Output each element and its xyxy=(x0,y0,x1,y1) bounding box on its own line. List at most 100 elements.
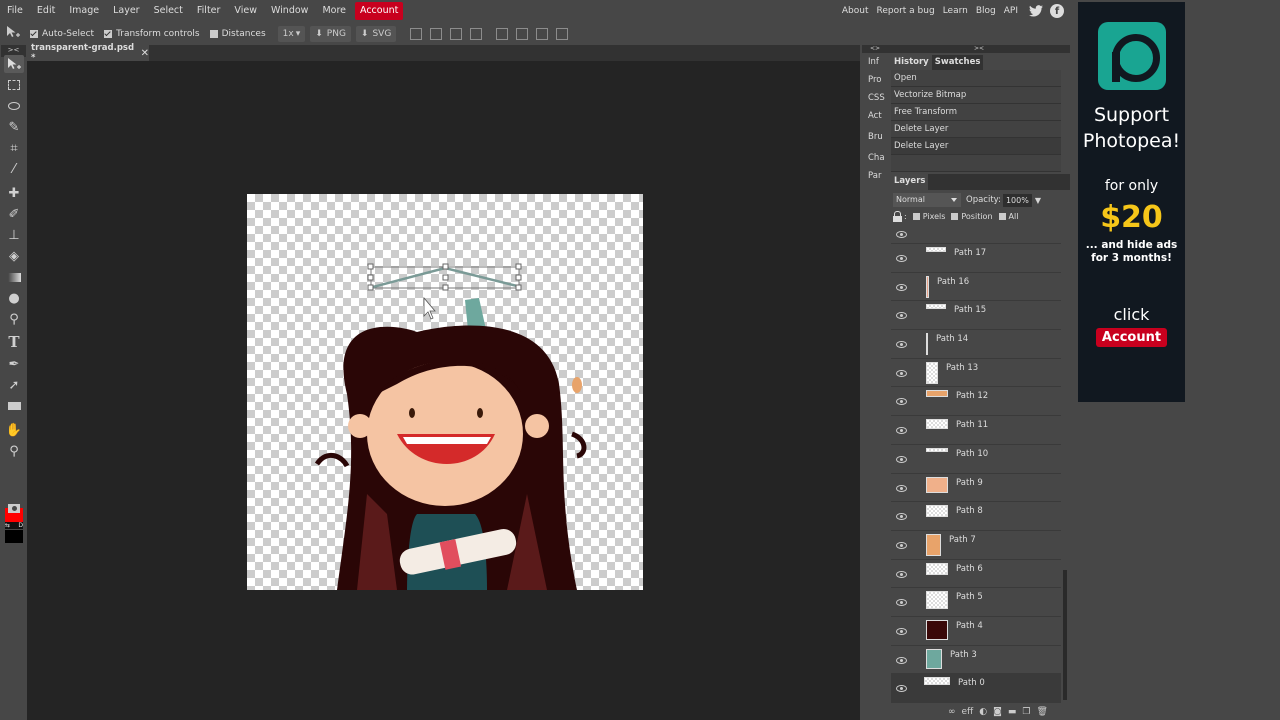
document-canvas[interactable] xyxy=(247,194,643,590)
link-blog[interactable]: Blog xyxy=(972,6,1000,16)
menu-window[interactable]: Window xyxy=(264,0,315,22)
menu-image[interactable]: Image xyxy=(62,0,106,22)
panel-brush[interactable]: Bru xyxy=(862,128,888,146)
layer-row[interactable] xyxy=(891,230,1061,244)
zoom-select[interactable]: 1x ▾ xyxy=(277,25,306,42)
brush-tool-icon[interactable]: ✐ xyxy=(4,205,24,223)
tab-layers[interactable]: Layers xyxy=(891,174,929,190)
eye-icon[interactable] xyxy=(896,513,907,521)
background-color-swatch[interactable] xyxy=(5,530,23,543)
align-left-icon[interactable] xyxy=(410,27,423,40)
history-item[interactable]: Delete Layer xyxy=(891,121,1061,138)
twitter-icon[interactable] xyxy=(1029,4,1043,18)
type-tool-icon[interactable]: T xyxy=(4,333,24,351)
link-report-bug[interactable]: Report a bug xyxy=(872,6,938,16)
panel-collapse[interactable]: >< xyxy=(888,45,1070,53)
layer-row[interactable]: Path 3 xyxy=(891,645,1061,675)
layer-row[interactable]: Path 17 xyxy=(891,244,1061,273)
layers-list[interactable]: Path 17 Path 16 Path 15 Path 14 Path 13 Path … xyxy=(891,230,1061,703)
layer-row[interactable]: Path 5 xyxy=(891,588,1061,617)
distribute-vertical-icon[interactable] xyxy=(556,27,569,40)
zoom-tool-icon[interactable]: ⚲ xyxy=(4,442,24,460)
eye-icon[interactable] xyxy=(896,685,907,693)
align-middle-icon[interactable] xyxy=(516,27,529,40)
layer-row[interactable]: Path 8 xyxy=(891,502,1061,531)
panel-properties[interactable]: Pro xyxy=(862,71,888,89)
quick-mask-icon[interactable] xyxy=(4,499,24,517)
menu-view[interactable]: View xyxy=(227,0,264,22)
distances-checkbox[interactable]: Distances xyxy=(209,29,266,39)
close-icon[interactable]: ✕ xyxy=(141,48,149,59)
menu-select[interactable]: Select xyxy=(147,0,190,22)
history-item[interactable]: Free Transform xyxy=(891,104,1061,121)
eye-icon[interactable] xyxy=(896,231,907,238)
gradient-tool-icon[interactable] xyxy=(4,268,24,286)
link-about[interactable]: About xyxy=(838,6,873,16)
align-bottom-icon[interactable] xyxy=(536,27,549,40)
menu-account[interactable]: Account xyxy=(355,2,404,20)
new-layer-icon[interactable]: ❐ xyxy=(1022,707,1030,717)
checkbox-icon[interactable] xyxy=(209,29,218,38)
link-api[interactable]: API xyxy=(1000,6,1022,16)
dodge-tool-icon[interactable]: ⚲ xyxy=(4,310,24,328)
lasso-tool-icon[interactable] xyxy=(4,97,24,115)
opacity-dropdown-icon[interactable]: ▼ xyxy=(1035,196,1041,205)
crop-tool-icon[interactable]: ⌗ xyxy=(4,139,24,157)
history-item[interactable]: Vectorize Bitmap xyxy=(891,87,1061,104)
menu-more[interactable]: More xyxy=(315,0,353,22)
checkbox-icon[interactable] xyxy=(30,29,38,38)
path-select-tool-icon[interactable]: ➚ xyxy=(4,376,24,394)
layer-row[interactable]: Path 13 xyxy=(891,358,1061,388)
transform-box[interactable] xyxy=(367,263,522,291)
history-item[interactable]: Delete Layer xyxy=(891,138,1061,155)
lock-position-checkbox[interactable] xyxy=(951,212,959,220)
eyedropper-tool-icon[interactable]: ⁄ xyxy=(4,160,24,178)
layer-row[interactable]: Path 12 xyxy=(891,387,1061,417)
align-top-icon[interactable] xyxy=(496,27,509,40)
align-right-icon[interactable] xyxy=(450,27,463,40)
export-svg-button[interactable]: ⬇ SVG xyxy=(355,25,397,42)
panel-character[interactable]: Cha xyxy=(862,149,888,167)
layer-effects-icon[interactable]: eff xyxy=(962,707,974,717)
shape-tool-icon[interactable] xyxy=(4,397,24,415)
facebook-icon[interactable]: f xyxy=(1050,4,1064,18)
eye-icon[interactable] xyxy=(896,656,907,664)
export-png-button[interactable]: ⬇ PNG xyxy=(310,25,351,42)
marquee-tool-icon[interactable] xyxy=(4,76,24,94)
eraser-tool-icon[interactable]: ◈ xyxy=(4,247,24,265)
hand-tool-icon[interactable]: ✋ xyxy=(4,421,24,439)
layer-row[interactable]: Path 4 xyxy=(891,616,1061,646)
tab-history[interactable]: History xyxy=(891,55,932,70)
lock-all-checkbox[interactable] xyxy=(998,212,1006,220)
layer-row[interactable]: Path 10 xyxy=(891,444,1061,474)
eye-icon[interactable] xyxy=(896,570,907,578)
link-layers-icon[interactable]: ∞ xyxy=(948,707,956,717)
layer-mask-icon[interactable]: ◙ xyxy=(993,707,1002,717)
layers-scrollbar[interactable] xyxy=(1063,570,1067,700)
eye-icon[interactable] xyxy=(896,283,907,291)
eye-icon[interactable] xyxy=(896,369,907,377)
transform-controls-checkbox[interactable]: Transform controls xyxy=(104,29,200,39)
blend-mode-select[interactable]: Normal xyxy=(893,193,961,207)
delete-layer-icon[interactable]: 🗑 xyxy=(1036,707,1047,717)
eye-icon[interactable] xyxy=(896,341,907,349)
eye-icon[interactable] xyxy=(896,398,907,406)
ad-account-button[interactable]: Account xyxy=(1095,328,1168,347)
history-item[interactable]: Open xyxy=(891,70,1061,87)
checkbox-icon[interactable] xyxy=(104,29,113,38)
move-tool-icon[interactable] xyxy=(4,55,24,73)
panel-info[interactable]: Inf xyxy=(862,53,888,71)
eye-icon[interactable] xyxy=(896,484,907,492)
layer-row[interactable]: Path 0 xyxy=(891,674,1061,703)
panel-actions[interactable]: Act xyxy=(862,107,888,125)
layer-row[interactable]: Path 7 xyxy=(891,530,1061,560)
eye-icon[interactable] xyxy=(896,599,907,607)
eye-icon[interactable] xyxy=(896,627,907,635)
blur-tool-icon[interactable]: ● xyxy=(4,289,24,307)
pen-tool-icon[interactable]: ✒ xyxy=(4,355,24,373)
tab-swatches[interactable]: Swatches xyxy=(931,55,984,70)
layer-row[interactable]: Path 9 xyxy=(891,473,1061,503)
panel-paragraph[interactable]: Par xyxy=(862,167,888,185)
eye-icon[interactable] xyxy=(896,455,907,463)
quick-select-tool-icon[interactable]: ✎ xyxy=(4,118,24,136)
